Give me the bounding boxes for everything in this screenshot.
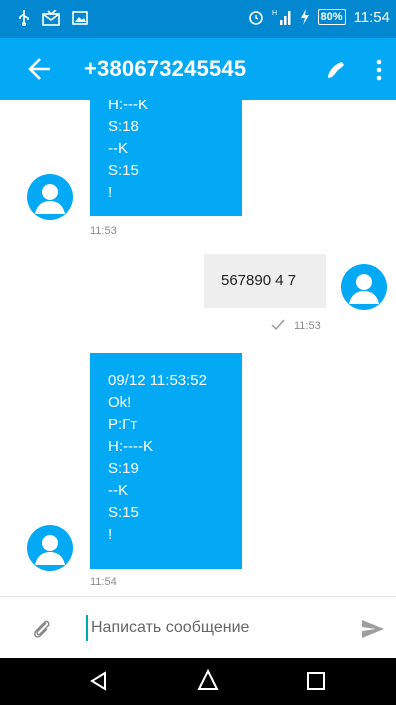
usb-icon <box>19 10 29 26</box>
contact-title: +380673245545 <box>84 56 247 81</box>
alarm-icon <box>248 11 263 25</box>
paperclip-icon <box>34 620 50 638</box>
message-line: S:18 <box>108 118 139 135</box>
back-button[interactable] <box>26 56 56 82</box>
incoming-message-bubble[interactable]: H:---K S:18 --K S:15 ! <box>90 100 242 216</box>
my-avatar[interactable] <box>341 264 387 310</box>
check-icon <box>271 319 285 331</box>
message-line: --K <box>108 140 128 157</box>
more-options-button[interactable] <box>372 58 386 82</box>
outgoing-message-bubble[interactable]: 567890 4 7 <box>204 254 326 308</box>
signal-icon: H <box>272 10 291 25</box>
message-timestamp: 11:53 <box>294 320 321 332</box>
nav-home-icon <box>197 668 219 690</box>
conversation-list[interactable]: H:---K S:18 --K S:15 ! 11:53 567890 4 7 … <box>0 100 396 596</box>
message-line: H:----K <box>108 438 153 455</box>
notification-icons <box>18 10 88 26</box>
person-icon <box>35 535 65 565</box>
message-line: S:15 <box>108 504 139 521</box>
message-line: Ok! <box>108 394 132 411</box>
message-input[interactable] <box>86 615 336 641</box>
nav-recents-button[interactable] <box>306 671 326 691</box>
attach-button[interactable] <box>30 617 54 641</box>
message-timestamp: 11:53 <box>90 225 117 237</box>
message-composer <box>0 596 396 658</box>
message-line: S:19 <box>108 460 139 477</box>
more-vert-icon <box>376 59 382 81</box>
message-line: 09/12 11:53:52 <box>108 372 207 389</box>
nav-back-icon <box>90 671 106 691</box>
send-button[interactable] <box>360 617 386 641</box>
battery-level: 80% <box>317 9 346 25</box>
back-arrow-icon <box>28 58 50 80</box>
nav-back-button[interactable] <box>88 670 110 692</box>
message-line: P:Гт <box>108 416 138 433</box>
charging-icon <box>300 9 309 25</box>
status-bar: H 80% 11:54 <box>0 0 396 38</box>
message-line: H:---K <box>108 100 148 113</box>
contact-avatar[interactable] <box>27 174 73 220</box>
mail-icon <box>42 10 60 26</box>
message-line: ! <box>108 184 113 201</box>
incoming-message-bubble[interactable]: 09/12 11:53:52 Ok! P:Гт H:----K S:19 --K… <box>90 353 242 569</box>
message-line: ! <box>108 526 113 543</box>
nav-recents-icon <box>307 672 325 690</box>
message-line: 567890 4 7 <box>221 272 297 289</box>
person-icon <box>35 184 65 214</box>
status-clock: 11:54 <box>353 8 390 26</box>
person-icon <box>349 274 379 304</box>
app-bar: +380673245545 <box>0 38 396 100</box>
message-timestamp: 11:54 <box>90 576 117 588</box>
svg-text:H: H <box>272 10 277 17</box>
send-icon <box>362 620 384 638</box>
phone-icon <box>328 62 344 78</box>
system-status: H 80% 11:54 <box>248 8 390 26</box>
contact-avatar[interactable] <box>27 525 73 571</box>
nav-home-button[interactable] <box>196 668 220 692</box>
navigation-bar <box>0 658 396 705</box>
message-line: S:15 <box>108 162 139 179</box>
message-line: --K <box>108 482 128 499</box>
call-button[interactable] <box>320 54 350 84</box>
image-icon <box>72 11 88 25</box>
